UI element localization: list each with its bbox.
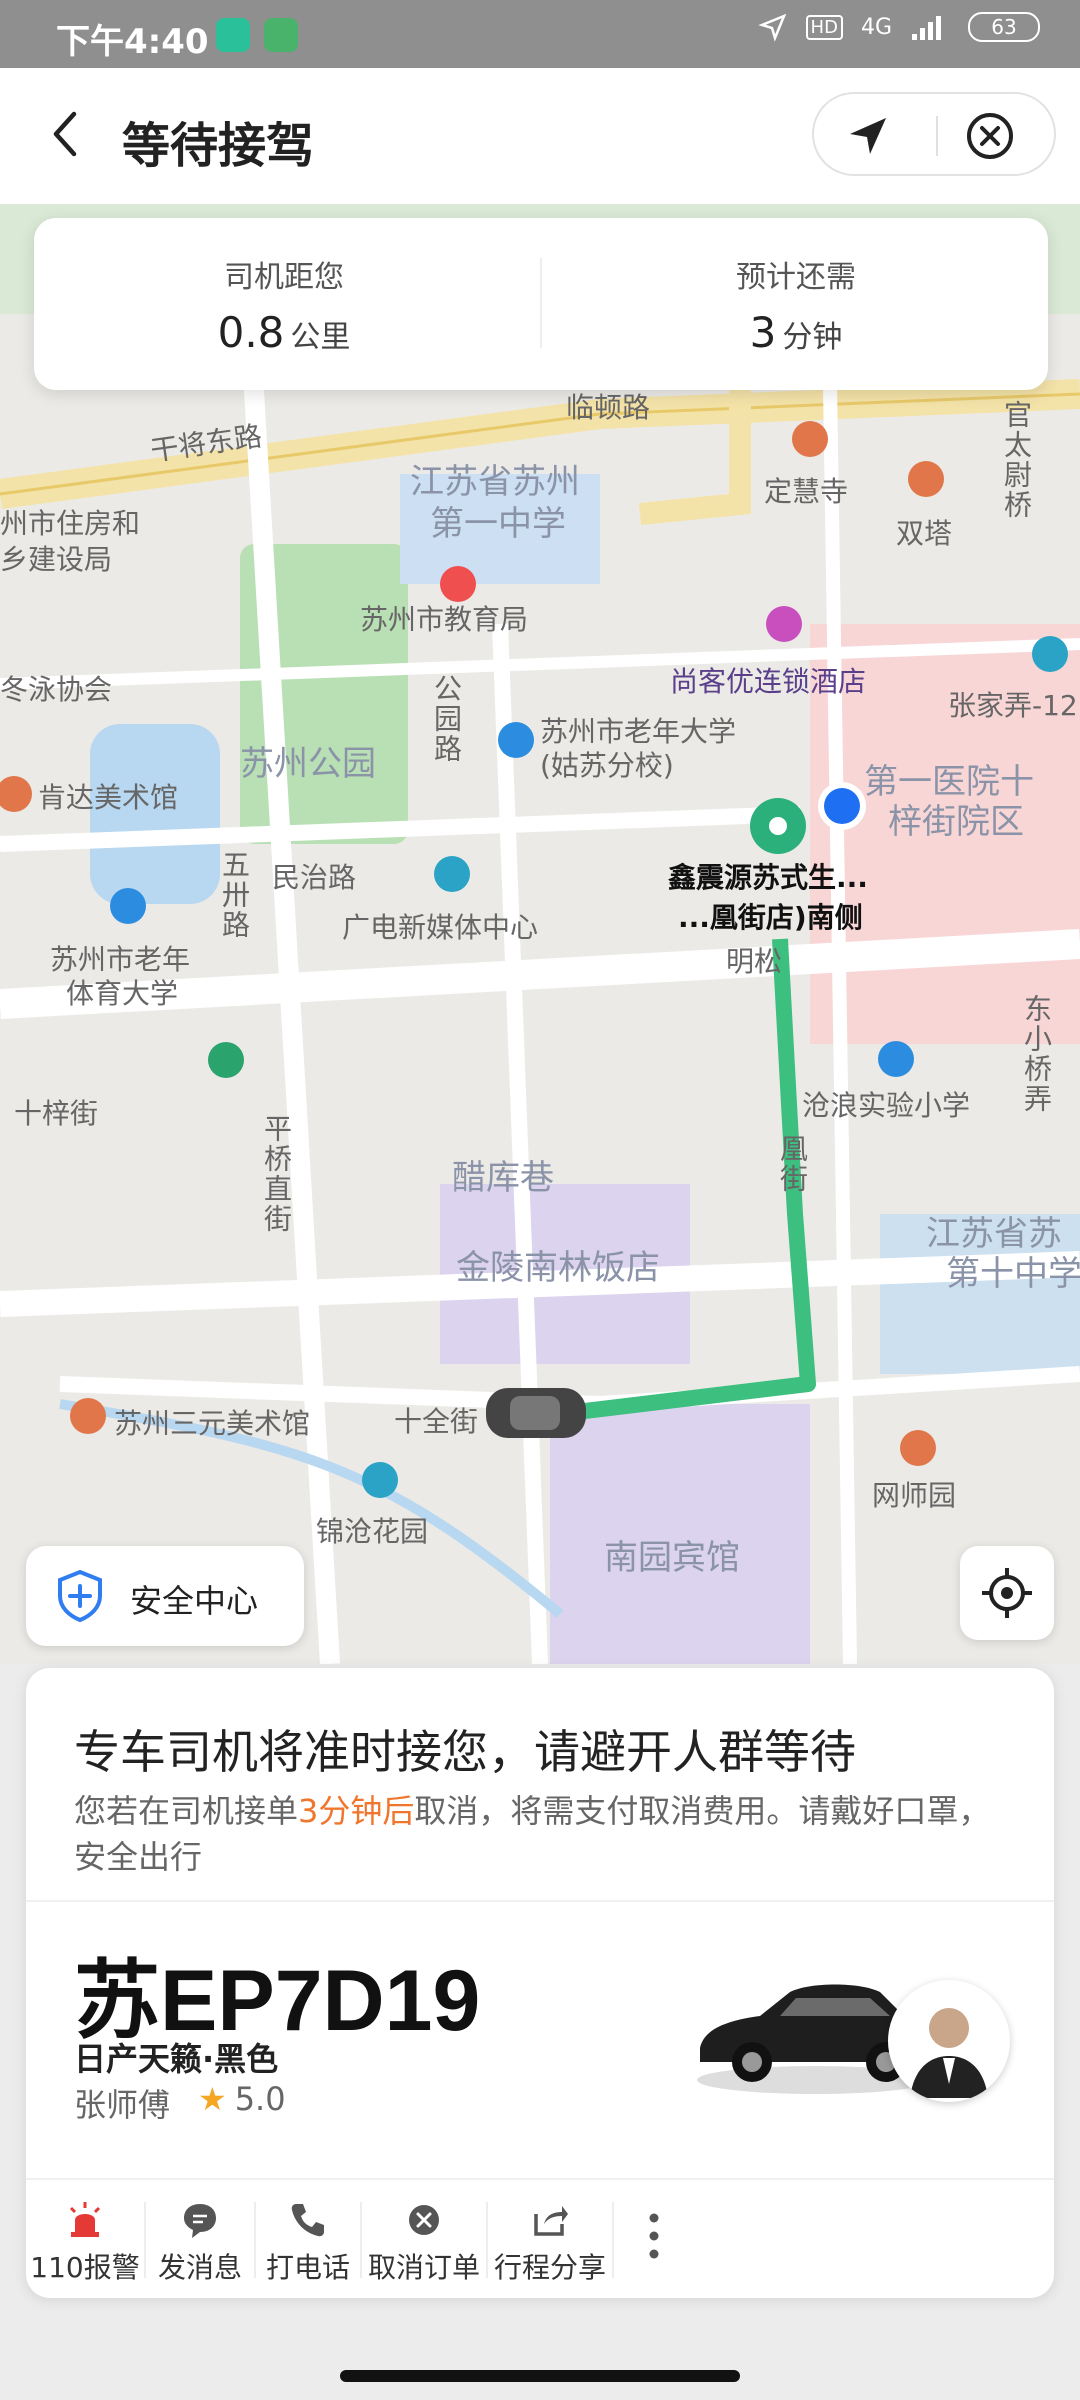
safety-center-button[interactable]: 安全中心 (26, 1546, 304, 1646)
shield-icon (58, 1569, 102, 1623)
close-button[interactable] (962, 108, 1018, 164)
map-label: 明松 (726, 945, 783, 978)
message-button[interactable]: 发消息 (146, 2180, 254, 2300)
map-label: 醋库巷 (452, 1158, 554, 1198)
message-icon (184, 2204, 216, 2238)
time-unit: 分钟 (782, 320, 843, 355)
map-label: 网师园 (872, 1479, 957, 1512)
driver-rating: ★ 5.0 (198, 2080, 286, 2118)
notice-pre: 您若在司机接单 (74, 1792, 299, 1830)
cancel-order-button[interactable]: 取消订单 (362, 2180, 486, 2300)
header: 等待接驾 (0, 68, 1080, 204)
map-label: 肯达美术馆 (38, 781, 179, 814)
driver-name: 张师傅 (74, 2086, 171, 2124)
hd-icon: HD (805, 14, 843, 40)
pickup-label: ...凰街店)南侧 (678, 901, 863, 934)
crosshair-icon (982, 1568, 1032, 1618)
message-label: 发消息 (157, 2251, 242, 2284)
phone-icon (291, 2204, 324, 2237)
map-label: 尚客优连锁酒店 (670, 665, 867, 698)
map-label: 凰街 (776, 1134, 809, 1194)
action-bar: 110报警 发消息 打电话 取消订单 行程分享 (26, 2178, 1054, 2298)
map-label: 平桥直街 (260, 1114, 293, 1234)
call-label: 打电话 (265, 2251, 350, 2284)
map-label: (姑苏分校) (540, 749, 674, 782)
status-time: 下午4:40 (56, 22, 209, 62)
map-label: 州市住房和 (0, 507, 141, 540)
time-label: 预计还需 (736, 260, 856, 295)
map-label: 乡建设局 (0, 543, 113, 576)
notice-highlight: 3分钟后 (298, 1792, 415, 1830)
map-label: 定慧寺 (764, 475, 849, 508)
star-icon: ★ (198, 2080, 227, 2118)
more-icon (649, 2213, 659, 2259)
car-marker-icon (486, 1388, 586, 1438)
map-label: 体育大学 (66, 977, 179, 1010)
safety-center-label: 安全中心 (130, 1582, 259, 1620)
status-bar: 下午4:40 HD 4G 63 (0, 0, 1080, 68)
map-label: 十全街 (394, 1405, 479, 1438)
map-label: 沧浪实验小学 (802, 1089, 971, 1122)
map-label: 东小桥弄 (1020, 994, 1053, 1114)
notice-title: 专车司机将准时接您，请避开人群等待 (74, 1725, 856, 1779)
user-location-dot (824, 788, 860, 824)
map-label: 第一中学 (430, 504, 566, 544)
notice-text: 您若在司机接单3分钟后取消，将需支付取消费用。请戴好口罩，安全出行 (74, 1788, 1014, 1880)
eta-card: 司机距您 0.8 公里 预计还需 3 分钟 (34, 218, 1048, 390)
pickup-label: 鑫震源苏式生... (668, 861, 868, 894)
trip-panel: 专车司机将准时接您，请避开人群等待 您若在司机接单3分钟后取消，将需支付取消费用… (26, 1668, 1054, 2298)
map-label: 张家弄-12 (948, 689, 1078, 722)
share-icon (534, 2206, 568, 2236)
share-trip-button[interactable]: 行程分享 (488, 2180, 612, 2300)
distance-label: 司机距您 (224, 260, 344, 295)
map-label: 十梓街 (14, 1097, 99, 1130)
map-label: 苏州三元美术馆 (114, 1407, 311, 1440)
map-label: 双塔 (896, 517, 953, 550)
home-indicator[interactable] (340, 2370, 740, 2382)
driver-avatar[interactable] (888, 1980, 1010, 2102)
more-button[interactable] (614, 2180, 694, 2300)
page-title: 等待接驾 (122, 118, 315, 174)
alarm-label: 110报警 (30, 2251, 140, 2284)
cancel-order-label: 取消订单 (367, 2251, 480, 2284)
map-label: 冬泳协会 (0, 673, 113, 706)
navigation-button[interactable] (840, 108, 896, 164)
map-canvas (0, 204, 1080, 1664)
share-trip-label: 行程分享 (493, 2251, 606, 2284)
map-view[interactable]: 干将东路 临顿路 州市住房和 乡建设局 江苏省苏州 第一中学 定慧寺 双塔 官太… (0, 204, 1080, 1664)
locate-me-button[interactable] (960, 1546, 1054, 1640)
time-value: 3 (749, 308, 777, 357)
cancel-icon (409, 2205, 439, 2235)
car-model: 日产天籁·黑色 (74, 2040, 279, 2078)
location-status-icon (757, 13, 786, 42)
alarm-icon (69, 2202, 101, 2237)
map-label: 苏州市教育局 (360, 603, 529, 636)
driver-photo-icon (910, 2008, 988, 2098)
home-app-icon (264, 18, 298, 52)
map-label: 临顿路 (566, 391, 651, 424)
battery-icon: 63 (968, 12, 1040, 42)
shield-app-icon (216, 18, 250, 52)
map-label: 梓街院区 (888, 802, 1024, 842)
call-button[interactable]: 打电话 (256, 2180, 360, 2300)
distance-unit: 公里 (290, 320, 351, 355)
map-label: 民治路 (272, 861, 357, 894)
map-label: 第十中学 (946, 1254, 1080, 1294)
map-label: 公园路 (430, 674, 463, 764)
map-label: 锦沧花园 (316, 1515, 429, 1548)
header-actions (812, 92, 1056, 176)
map-label: 苏州公园 (240, 744, 376, 784)
distance-value: 0.8 (217, 308, 285, 357)
map-label: 广电新媒体中心 (342, 911, 539, 944)
back-button[interactable] (36, 104, 96, 164)
rating-value: 5.0 (234, 2080, 286, 2118)
alarm-button[interactable]: 110报警 (26, 2180, 144, 2300)
network-label: 4G (860, 14, 892, 40)
signal-icon (912, 16, 941, 40)
map-label: 五卅路 (218, 850, 251, 940)
map-label: 南园宾馆 (604, 1538, 740, 1578)
map-label: 金陵南林饭店 (456, 1248, 660, 1288)
map-label: 官太尉桥 (1000, 400, 1033, 520)
